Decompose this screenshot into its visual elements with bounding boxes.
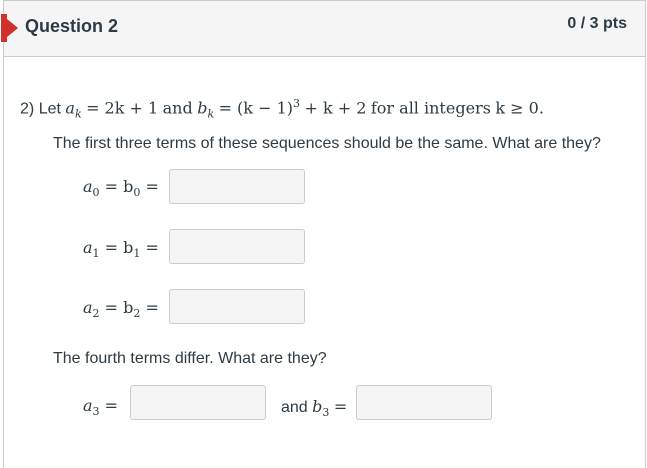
- b3-label: and b3 =: [281, 397, 347, 419]
- row1-label: a1 = b1 =: [83, 238, 159, 260]
- answer-input-a0-b0[interactable]: [169, 169, 305, 204]
- question-header: Question 2 0 / 3 pts: [1, 1, 645, 57]
- row1-b: = b: [104, 238, 134, 257]
- row2-b: = b: [104, 298, 134, 317]
- b3-eq: =: [333, 397, 348, 416]
- row0-b-sub: 0: [133, 186, 141, 200]
- a3-sub: 3: [92, 405, 100, 419]
- flag-icon[interactable]: [1, 14, 18, 42]
- row2-a: a: [83, 298, 93, 317]
- question-number: 2): [20, 100, 35, 118]
- b3-sub: 3: [322, 406, 330, 420]
- a3-label: a3 =: [83, 396, 118, 418]
- row1-b-sub: 1: [133, 247, 141, 261]
- answer-input-b3[interactable]: [356, 385, 492, 420]
- row0-b: = b: [104, 177, 134, 196]
- answer-input-a1-b1[interactable]: [169, 229, 305, 264]
- a3-a: a: [83, 396, 93, 415]
- question-prompt: 2) Let ak = 2k + 1 and bk = (k − 1)3 + k…: [20, 97, 544, 121]
- prompt-let: Let: [38, 100, 61, 118]
- b-definition-part1: = (k − 1): [218, 98, 293, 118]
- row1-a-sub: 1: [92, 247, 100, 261]
- question-title: Question 2: [25, 16, 119, 36]
- b-definition-part2: + k + 2: [304, 98, 367, 118]
- a-definition: = 2k + 1: [86, 98, 159, 118]
- b3-b: b: [312, 397, 323, 416]
- prompt-and: and: [162, 98, 193, 118]
- b-exponent: 3: [293, 97, 300, 110]
- row2-b-sub: 2: [133, 307, 141, 321]
- instruction-same: The first three terms of these sequences…: [53, 135, 601, 152]
- answer-input-a2-b2[interactable]: [169, 289, 305, 324]
- row2-eq: =: [145, 298, 159, 317]
- a3-eq: =: [104, 396, 119, 415]
- row0-label: a0 = b0 =: [83, 177, 159, 199]
- row1-a: a: [83, 238, 93, 257]
- row1-eq: =: [145, 238, 159, 257]
- row2-label: a2 = b2 =: [83, 298, 159, 320]
- row0-a-sub: 0: [92, 186, 100, 200]
- a-subscript: k: [74, 107, 82, 121]
- row0-eq: =: [145, 177, 159, 196]
- row2-a-sub: 2: [92, 307, 100, 321]
- prompt-condition: k ≥ 0.: [495, 98, 544, 118]
- answer-input-a3[interactable]: [130, 385, 266, 420]
- prompt-for-all: for all integers: [370, 98, 491, 118]
- instruction-differ: The fourth terms differ. What are they?: [53, 350, 327, 367]
- b3-and: and: [281, 399, 308, 416]
- row0-a: a: [83, 177, 93, 196]
- points-label: 0 / 3 pts: [567, 15, 627, 32]
- b-symbol: b: [197, 98, 208, 118]
- a-symbol: a: [65, 98, 75, 118]
- b-subscript: k: [207, 107, 215, 121]
